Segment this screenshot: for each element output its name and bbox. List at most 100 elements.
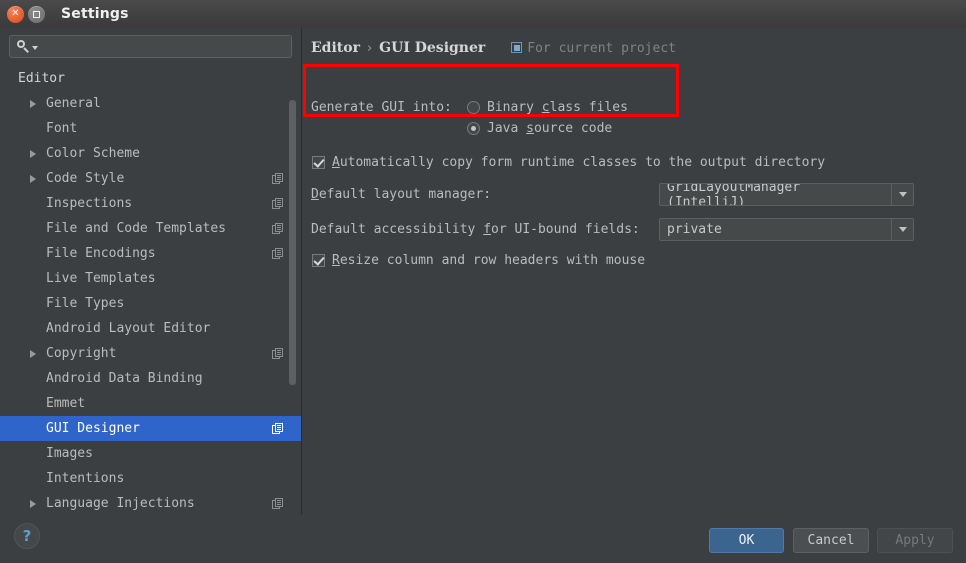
- sidebar-item-label: File and Code Templates: [46, 221, 227, 236]
- dialog-content: Editor General Font Color Scheme Code St…: [0, 28, 966, 515]
- sidebar-item-label: Color Scheme: [46, 146, 140, 161]
- breadcrumb: Editor › GUI Designer For current projec…: [311, 40, 676, 56]
- sidebar-item-file-encodings[interactable]: File Encodings: [0, 241, 301, 266]
- chevron-right-icon[interactable]: [30, 149, 36, 158]
- sidebar-item-label: Copyright: [46, 346, 117, 361]
- sidebar-item-android-data-binding[interactable]: Android Data Binding: [0, 366, 301, 391]
- sidebar-item-live-templates[interactable]: Live Templates: [0, 266, 301, 291]
- chevron-right-icon[interactable]: [30, 499, 36, 508]
- radio-binary-class-files[interactable]: Binary class files: [467, 100, 628, 115]
- sidebar-item-label: Language Injections: [46, 496, 195, 511]
- sidebar-item-font[interactable]: Font: [0, 116, 301, 141]
- project-scope-icon: [511, 42, 523, 54]
- sidebar-item-editor[interactable]: Editor: [0, 66, 301, 91]
- title-bar: ✕ Settings: [0, 0, 966, 29]
- sidebar-item-label: Android Layout Editor: [46, 321, 211, 336]
- breadcrumb-current: GUI Designer: [379, 40, 486, 56]
- label-text-1: Default accessibility: [311, 222, 484, 237]
- radio-label-suffix: ource code: [533, 121, 613, 136]
- label-default-accessibility: Default accessibility for UI-bound field…: [311, 222, 640, 237]
- dropdown-default-accessibility[interactable]: private: [659, 218, 914, 241]
- radio-label-prefix: Java: [487, 121, 527, 136]
- copy-settings-icon: [272, 172, 284, 185]
- dropdown-value: GridLayoutManager (IntelliJ): [667, 184, 801, 205]
- copy-settings-icon: [272, 197, 284, 210]
- copy-settings-icon: [272, 222, 284, 235]
- sidebar-item-images[interactable]: Images: [0, 441, 301, 466]
- dropdown-default-layout-manager[interactable]: GridLayoutManager (IntelliJ): [659, 183, 914, 206]
- search-input[interactable]: [9, 35, 292, 58]
- chevron-right-icon[interactable]: [30, 349, 36, 358]
- sidebar-item-label: Emmet: [46, 396, 86, 411]
- sidebar-item-android-layout-editor[interactable]: Android Layout Editor: [0, 316, 301, 341]
- maximize-icon[interactable]: [28, 5, 45, 23]
- radio-indicator[interactable]: [467, 101, 480, 114]
- sidebar-item-label: GUI Designer: [46, 421, 140, 436]
- sidebar-scrollbar-thumb[interactable]: [289, 100, 296, 385]
- label-text-2: or UI-bound fields:: [491, 222, 640, 237]
- sidebar-item-label: Live Templates: [46, 271, 156, 286]
- project-scope-label: For current project: [527, 40, 676, 56]
- chevron-down-icon[interactable]: [891, 184, 913, 205]
- apply-button: Apply: [877, 528, 953, 553]
- sidebar-item-label: Inspections: [46, 196, 133, 211]
- chevron-right-icon[interactable]: [30, 174, 36, 183]
- close-icon[interactable]: ✕: [7, 5, 24, 23]
- sidebar-item-gui-designer[interactable]: GUI Designer: [0, 416, 301, 441]
- sidebar-item-code-style[interactable]: Code Style: [0, 166, 301, 191]
- sidebar-item-emmet[interactable]: Emmet: [0, 391, 301, 416]
- sidebar-item-label: General: [46, 96, 101, 111]
- sidebar-item-file-types[interactable]: File Types: [0, 291, 301, 316]
- label-default-layout-manager: Default layout manager:: [311, 187, 491, 202]
- checkbox-auto-copy-runtime-classes[interactable]: Automatically copy form runtime classes …: [312, 155, 825, 170]
- checkbox-label-mnemonic: R: [332, 253, 340, 268]
- search-field-wrapper: [9, 35, 292, 58]
- chevron-down-icon[interactable]: [891, 219, 913, 240]
- sidebar-item-label: File Types: [46, 296, 125, 311]
- label-mnemonic: D: [311, 187, 319, 202]
- chevron-down-icon[interactable]: [32, 46, 38, 50]
- sidebar-item-inspections[interactable]: Inspections: [0, 191, 301, 216]
- project-scope-indicator: For current project: [511, 41, 676, 56]
- checkbox-label-suffix: esize column and row headers with mouse: [339, 253, 646, 268]
- cancel-button[interactable]: Cancel: [793, 528, 869, 553]
- search-icon: [17, 40, 30, 53]
- radio-label-suffix: lass files: [549, 100, 628, 115]
- sidebar-item-copyright[interactable]: Copyright: [0, 341, 301, 366]
- checkbox-indicator[interactable]: [312, 254, 325, 267]
- help-icon[interactable]: ?: [14, 523, 40, 549]
- sidebar-item-language-injections[interactable]: Language Injections: [0, 491, 301, 515]
- checkbox-label-mnemonic: A: [332, 155, 340, 170]
- radio-indicator[interactable]: [467, 122, 480, 135]
- ok-button[interactable]: OK: [709, 528, 784, 553]
- sidebar-item-label: Font: [46, 121, 78, 136]
- sidebar-item-label: Editor: [18, 71, 65, 86]
- settings-sidebar: Editor General Font Color Scheme Code St…: [0, 28, 302, 515]
- settings-dialog: ✕ Settings Editor General Font Color Sch…: [0, 0, 966, 563]
- chevron-right-icon[interactable]: [30, 99, 36, 108]
- radio-label-mnemonic: c: [541, 100, 550, 115]
- radio-label-prefix: Binary: [487, 100, 542, 115]
- copy-settings-icon: [272, 422, 284, 435]
- sidebar-item-label: Images: [46, 446, 93, 461]
- checkbox-indicator[interactable]: [312, 156, 325, 169]
- radio-java-source-code[interactable]: Java source code: [467, 121, 612, 136]
- sidebar-item-label: Android Data Binding: [46, 371, 203, 386]
- gui-designer-settings-pane: Editor › GUI Designer For current projec…: [302, 28, 966, 515]
- copy-settings-icon: [272, 247, 284, 260]
- sidebar-item-intentions[interactable]: Intentions: [0, 466, 301, 491]
- sidebar-item-label: Intentions: [46, 471, 125, 486]
- sidebar-item-general[interactable]: General: [0, 91, 301, 116]
- settings-tree[interactable]: Editor General Font Color Scheme Code St…: [0, 66, 301, 515]
- sidebar-item-color-scheme[interactable]: Color Scheme: [0, 141, 301, 166]
- generate-gui-group-label-row: Generate GUI into:: [311, 100, 452, 115]
- sidebar-item-label: Code Style: [46, 171, 125, 186]
- sidebar-item-label: File Encodings: [46, 246, 156, 261]
- label-mnemonic: f: [483, 222, 492, 237]
- radio-label-mnemonic: s: [526, 121, 534, 136]
- breadcrumb-separator-icon: ›: [366, 40, 373, 56]
- copy-settings-icon: [272, 347, 284, 360]
- checkbox-resize-headers[interactable]: Resize column and row headers with mouse: [312, 253, 645, 268]
- breadcrumb-parent[interactable]: Editor: [311, 40, 360, 56]
- sidebar-item-file-and-code-templates[interactable]: File and Code Templates: [0, 216, 301, 241]
